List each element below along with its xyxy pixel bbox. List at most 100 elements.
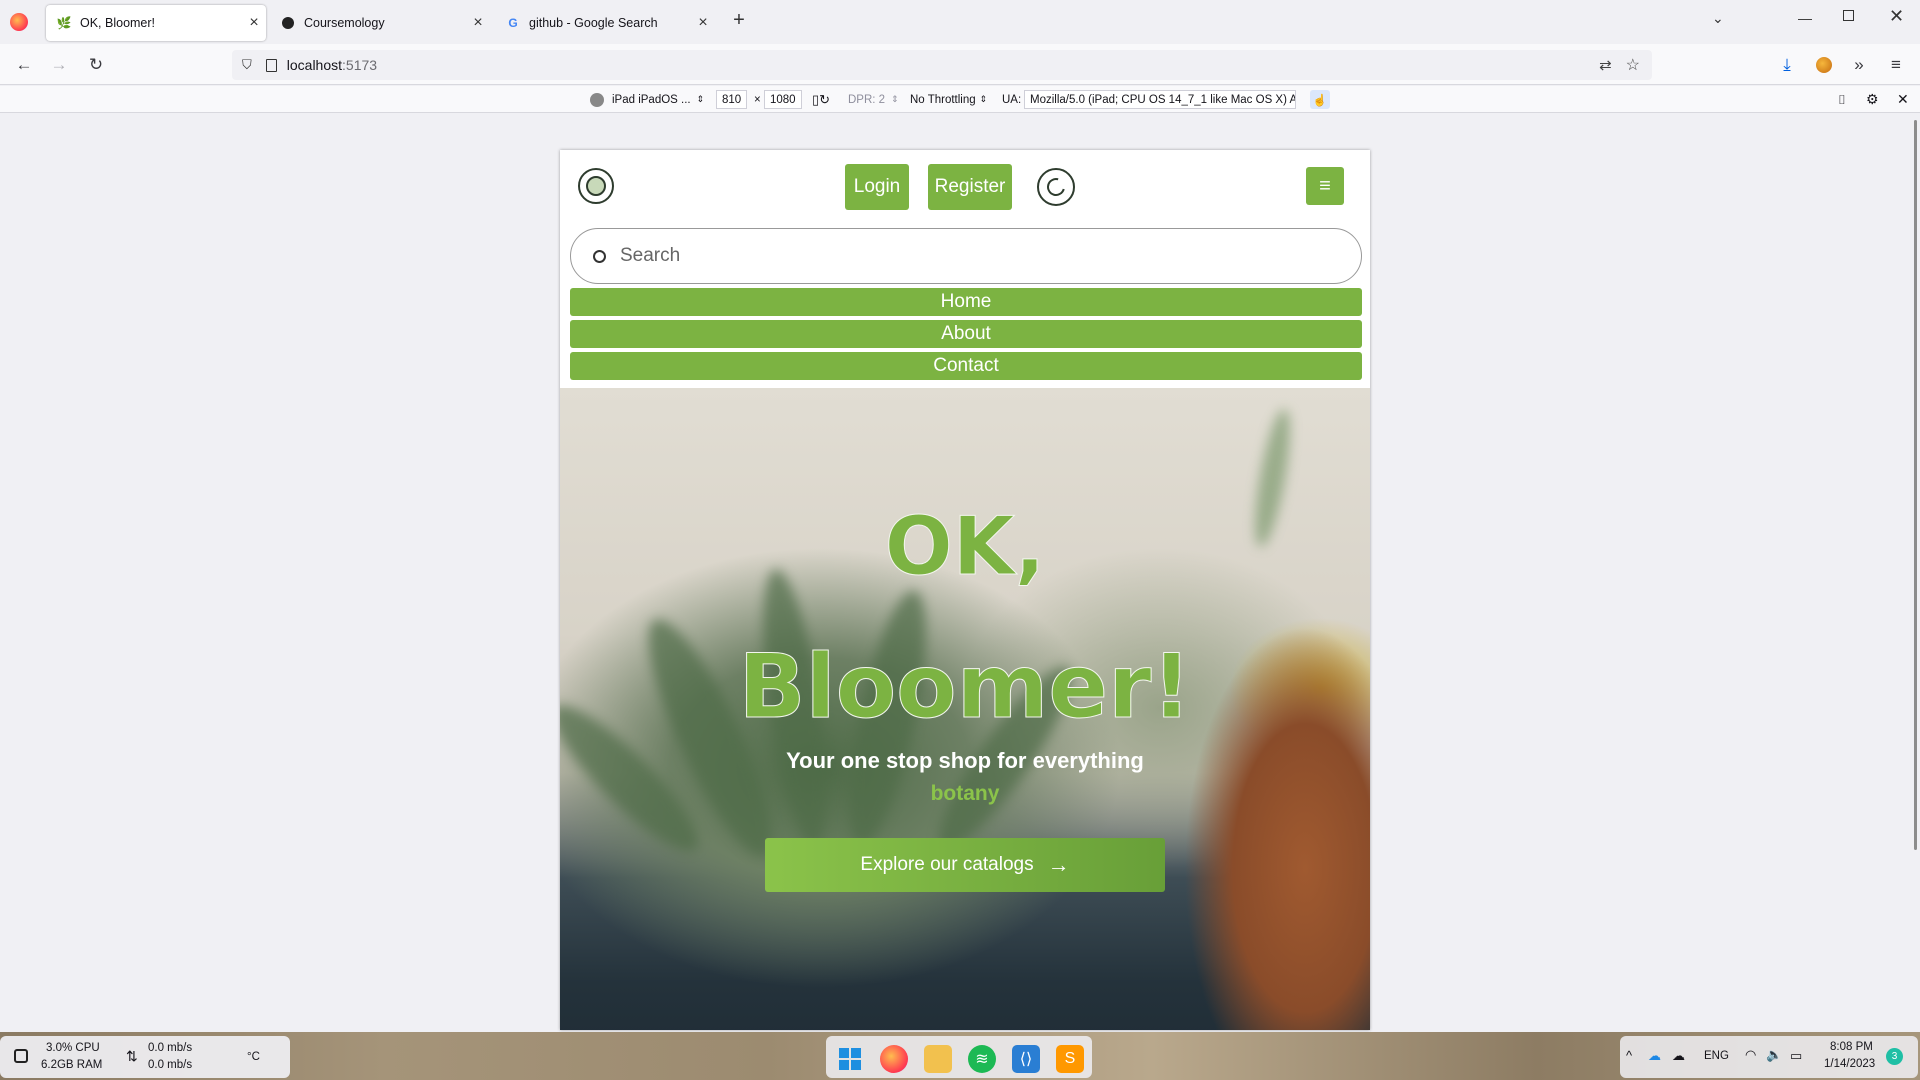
battery-icon[interactable]: ▭ [1790, 1048, 1802, 1064]
viewport-height-input[interactable]: 1080 [764, 90, 802, 109]
sublime-text-icon[interactable]: S [1056, 1045, 1084, 1073]
url-host: localhost [286, 57, 343, 73]
onedrive-cloud-icon[interactable]: ☁ [1648, 1048, 1661, 1064]
cloud-icon[interactable]: ☁ [1672, 1048, 1685, 1064]
dropdown-arrows-icon: ⇕ [696, 94, 705, 104]
show-hidden-icons-icon[interactable]: ^ [1626, 1048, 1632, 1063]
cpu-chip-icon [14, 1049, 28, 1063]
close-tab-icon[interactable]: × [691, 14, 715, 32]
extensions-overflow-icon[interactable]: » [1845, 52, 1873, 78]
explore-label: Explore our catalogs [860, 854, 1034, 875]
back-button[interactable]: ← [10, 52, 38, 78]
hamburger-menu-button[interactable]: ≡ [1306, 167, 1344, 205]
temperature: °C [247, 1051, 260, 1063]
minimize-button[interactable]: — [1798, 10, 1812, 26]
login-button[interactable]: Login [845, 164, 909, 210]
url-port: :5173 [342, 57, 378, 73]
width-value[interactable]: 810 [716, 90, 748, 109]
height-value[interactable]: 1080 [764, 90, 802, 109]
network-up: 0.0 mb/s [148, 1042, 193, 1054]
nav-contact-button[interactable]: Contact [570, 352, 1362, 380]
device-name: iPad iPadOS ... [612, 93, 691, 106]
hero-title-line1: OK, [884, 500, 1046, 594]
user-agent-value[interactable]: Mozilla/5.0 (iPad; CPU OS 14_7_1 like Ma… [1024, 90, 1296, 109]
tab-ok-bloomer[interactable]: 🌿 OK, Bloomer! × [46, 5, 266, 41]
wifi-icon[interactable]: ◠ [1745, 1047, 1756, 1063]
rotate-viewport-icon[interactable]: ▯↻ [812, 90, 830, 109]
explore-catalogs-button[interactable]: Explore our catalogs → [765, 838, 1165, 892]
coursemology-favicon-icon [280, 15, 296, 31]
close-tab-icon[interactable]: × [242, 14, 266, 32]
windows-start-icon[interactable] [836, 1045, 864, 1073]
ram-usage: 6.2GB RAM [41, 1059, 103, 1071]
url-bar[interactable]: ⛉ localhost :5173 ⇄ ☆ [232, 50, 1652, 80]
browser-tab-bar: 🌿 OK, Bloomer! × Coursemology × G github… [0, 0, 1920, 44]
close-window-button[interactable]: ✕ [1889, 6, 1904, 27]
forward-button[interactable]: → [45, 52, 73, 78]
touch-simulation-icon[interactable]: ☝ [1310, 90, 1330, 109]
close-rdm-icon[interactable]: ✕ [1897, 90, 1909, 109]
file-explorer-icon[interactable] [924, 1045, 952, 1073]
bookmark-star-icon[interactable]: ☆ [1626, 55, 1640, 75]
firefox-menu-icon[interactable] [10, 13, 28, 31]
account-avatar[interactable] [1810, 52, 1838, 78]
arrow-right-icon: → [1047, 852, 1070, 877]
search-bar[interactable]: Search [570, 228, 1362, 284]
spotify-icon[interactable]: ≋ [968, 1045, 996, 1073]
hero-subtitle-highlight: botany [930, 782, 1000, 805]
search-input[interactable]: Search [620, 245, 680, 267]
throttling-selector[interactable]: No Throttling ⇕ [910, 90, 987, 109]
vscode-icon[interactable]: ⟨⟩ [1012, 1045, 1040, 1073]
tab-label: github - Google Search [529, 16, 658, 30]
tab-coursemology[interactable]: Coursemology × [270, 5, 490, 41]
hamburger-icon: ≡ [1319, 174, 1331, 197]
moon-icon [1043, 174, 1069, 200]
tab-label: OK, Bloomer! [80, 16, 156, 30]
settings-gear-icon[interactable]: ⚙ [1866, 90, 1879, 109]
ua-label: UA: [1002, 93, 1022, 106]
network-arrows-icon: ⇅ [126, 1048, 138, 1064]
device-viewport: Login Register ≡ Search Home About Conta… [560, 150, 1370, 1030]
notification-badge[interactable]: 3 [1886, 1048, 1903, 1065]
google-favicon-icon: G [508, 16, 518, 30]
dpr-selector[interactable]: DPR: 2 ⇕ [848, 90, 899, 109]
restore-button[interactable] [1843, 10, 1854, 21]
firefox-taskbar-icon[interactable] [880, 1045, 908, 1073]
new-tab-button[interactable]: + [727, 9, 751, 33]
cpu-usage: 3.0% CPU [46, 1042, 100, 1054]
dpr-value: DPR: 2 [848, 93, 886, 106]
viewport-width-input[interactable]: 810 [716, 90, 748, 109]
user-agent-input[interactable]: Mozilla/5.0 (iPad; CPU OS 14_7_1 like Ma… [1024, 90, 1296, 109]
register-button[interactable]: Register [928, 164, 1012, 210]
device-selector[interactable]: iPad iPadOS ... ⇕ [590, 90, 704, 109]
list-all-tabs-icon[interactable]: ⌄ [1712, 10, 1724, 27]
tab-label: Coursemology [304, 16, 385, 30]
downloads-icon[interactable]: ⤓ [1773, 52, 1801, 78]
throttling-value: No Throttling [910, 93, 976, 106]
dark-mode-toggle[interactable] [1037, 168, 1075, 206]
nav-about-button[interactable]: About [570, 320, 1362, 348]
language-indicator[interactable]: ENG [1704, 1050, 1729, 1062]
app-menu-icon[interactable]: ≡ [1882, 52, 1910, 78]
volume-icon[interactable]: 🔈 [1766, 1047, 1782, 1063]
page-icon[interactable] [265, 58, 277, 72]
hero-subtitle: Your one stop shop for everything [786, 748, 1144, 773]
browser-nav-bar: ← → ↻ ⛉ localhost :5173 ⇄ ☆ ⤓ » ≡ [0, 44, 1920, 85]
reload-button[interactable]: ↻ [82, 52, 110, 78]
close-tab-icon[interactable]: × [466, 14, 490, 32]
plant-logo-icon [586, 176, 606, 196]
tab-google-search[interactable]: G github - Google Search × [495, 5, 715, 41]
responsive-design-toolbar: iPad iPadOS ... ⇕ 810 × 1080 ▯↻ DPR: 2 ⇕ … [0, 86, 1920, 113]
clock-time[interactable]: 8:08 PM [1830, 1041, 1873, 1053]
scrollbar-thumb[interactable] [1914, 120, 1917, 850]
screenshot-icon[interactable]: ⌷ [1838, 90, 1846, 109]
clock-date[interactable]: 1/14/2023 [1824, 1058, 1875, 1070]
site-logo[interactable] [578, 168, 614, 204]
device-icon [590, 92, 604, 107]
search-icon [593, 249, 606, 263]
taskbar-apps [826, 1036, 1092, 1078]
translate-icon[interactable]: ⇄ [1599, 56, 1612, 74]
nav-home-button[interactable]: Home [570, 288, 1362, 316]
shield-icon[interactable]: ⛉ [242, 57, 252, 73]
network-down: 0.0 mb/s [148, 1059, 193, 1071]
